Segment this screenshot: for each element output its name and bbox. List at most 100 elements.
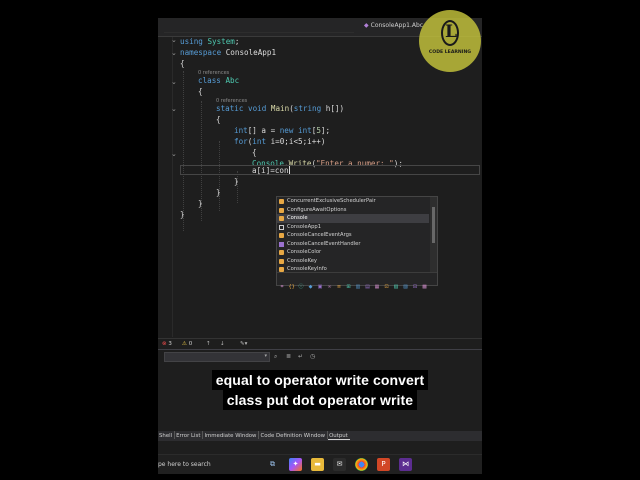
completion-filter-icon[interactable]: ∞ [327,284,333,290]
brush-icon[interactable]: ✎▾ [240,341,247,347]
code-learning-logo: L CODE LEARNING [419,10,481,72]
completion-filter-icon[interactable]: ⓘ [298,284,304,290]
code-line-brace-close: } [216,188,221,197]
completion-item-label: ConsoleKey [287,257,317,264]
code-line-for: for(int i=0;i<5;i++) [234,137,326,146]
code-line-brace-close: } [234,177,239,186]
powerpoint-icon[interactable]: P [377,458,390,471]
scroll-thumb[interactable] [432,207,435,243]
class-icon [279,258,284,264]
warning-count[interactable]: ⚠ 0 [182,341,192,347]
intellisense-popup[interactable]: ConcurrentExclusiveSchedulerPair Configur… [276,196,438,290]
text-cursor [288,166,290,174]
member-dropdown[interactable]: ◆ ConsoleApp1.Abc [364,22,423,29]
fold-toggle-icon[interactable]: ⌄ [171,78,177,86]
output-source-dropdown[interactable]: ▾ [164,352,270,362]
project-dropdown[interactable] [164,22,354,33]
panel-tab[interactable]: Error List [175,431,204,439]
caption-line-2: class put dot operator write [222,390,418,410]
code-line-assign[interactable]: a[i]=con [252,166,290,176]
completion-filter-bar: ⌗ {} ⓘ ◆ ▣ ∞ ≡ ⊞ ▥ ▤ ▦ ⊡ ▧ ▨ ⊟ ▩ [277,272,437,290]
logo-text: CODE LEARNING [428,50,472,55]
completion-filter-icon[interactable]: {} [289,284,295,290]
completion-item[interactable]: Console [277,214,429,223]
code-line-using: using System; [180,37,240,46]
completion-item[interactable]: ConsoleKey [277,257,429,266]
event-icon [279,241,284,247]
chevron-down-icon: ▾ [264,353,267,359]
indent-guide [219,141,220,211]
completion-filter-icon[interactable]: ▩ [422,284,428,290]
completion-item-label: ConsoleApp1 [287,223,322,230]
file-explorer-icon[interactable]: ▬ [311,458,324,471]
find-icon[interactable]: ⌕ [274,353,277,361]
taskbar-search[interactable]: pe here to search [158,458,258,472]
clock-icon[interactable]: ◷ [310,353,315,360]
arrow-down-icon[interactable]: ↓ [220,341,225,347]
arrow-up-icon[interactable]: ↑ [206,341,211,347]
visual-studio-icon[interactable]: ⋈ [399,458,412,471]
completion-list[interactable]: ConcurrentExclusiveSchedulerPair Configur… [277,197,429,273]
completion-filter-icon[interactable]: ▦ [374,284,380,290]
output-toolbar: ▾ ⌕ ≣ ↵ ◷ [158,351,482,363]
ide-window: ◆ ConsoleApp1.Abc ⌄ ⌄ ⌄ ⌄ ⌄ using System;… [158,18,482,474]
completion-item[interactable]: ConcurrentExclusiveSchedulerPair [277,197,429,206]
wrap-icon[interactable]: ↵ [298,353,303,360]
panel-tab[interactable]: Immediate Window [203,431,260,439]
completion-item-label: Console [287,215,308,221]
completion-item-label: ConfigureAwaitOptions [287,206,347,213]
panel-tab[interactable]: Shell [158,431,176,439]
completion-filter-icon[interactable]: ⌗ [279,284,285,290]
fold-toggle-icon[interactable]: ⌄ [171,150,177,158]
indent-guide [237,171,238,203]
current-line-highlight [180,165,480,175]
indent-guide [183,71,184,231]
task-view-icon[interactable]: ⧉ [266,458,279,471]
chrome-icon[interactable] [355,458,368,471]
completion-item-label: ConsoleColor [287,249,322,255]
panel-tab[interactable]: Output [328,431,350,440]
completion-item[interactable]: ConsoleCancelEventHandler [277,240,429,249]
completion-filter-icon[interactable]: ▨ [403,284,409,290]
code-line-brace: { [252,148,257,157]
class-icon: ◆ [364,22,369,29]
fold-toggle-icon[interactable]: ⌄ [171,49,177,57]
code-editor[interactable]: ⌄ ⌄ ⌄ ⌄ ⌄ using System; namespace Consol… [158,36,482,337]
completion-item-label: ConsoleCancelEventArgs [287,232,352,238]
code-line-namespace: namespace ConsoleApp1 [180,48,277,57]
completion-filter-icon[interactable]: ▣ [317,284,323,290]
panel-tab[interactable]: Code Definition Window [259,431,329,439]
class-path: ConsoleApp1.Abc [370,22,424,29]
video-caption: equal to operator write convert class pu… [158,370,482,410]
mail-icon[interactable]: ✉ [333,458,346,471]
caption-line-1: equal to operator write convert [211,370,429,390]
panel-tabs: Shell Error List Immediate Window Code Defi… [158,431,482,441]
completion-item[interactable]: ConsoleCancelEventArgs [277,231,429,240]
class-icon [279,199,284,204]
completion-filter-icon[interactable]: ▥ [355,284,361,290]
taskbar: pe here to search ⧉ ✦ ▬ ✉ P ⋈ [158,454,482,474]
completion-item[interactable]: ConsoleApp1 [277,223,429,232]
class-icon [279,207,284,213]
completion-filter-icon[interactable]: ⊟ [412,284,418,290]
completion-filter-icon[interactable]: ⊞ [346,284,352,290]
code-line-array: int[] a = new int[5]; [234,126,331,135]
fold-toggle-icon[interactable]: ⌄ [171,105,177,113]
completion-item-label: ConcurrentExclusiveSchedulerPair [287,198,376,204]
logo-letter: L [445,22,457,42]
fold-toggle-icon[interactable]: ⌄ [171,36,177,44]
completion-item[interactable]: ConfigureAwaitOptions [277,206,429,215]
completion-filter-icon[interactable]: ▧ [393,284,399,290]
clear-icon[interactable]: ≣ [286,353,291,360]
completion-filter-icon[interactable]: ≡ [336,284,342,290]
code-line-main: static void Main(string h[]) [216,104,345,113]
completion-filter-icon[interactable]: ▤ [365,284,371,290]
class-icon [279,250,284,255]
completion-filter-icon[interactable]: ⊡ [384,284,390,290]
completion-filter-icon[interactable]: ◆ [308,284,314,290]
completion-item[interactable]: ConsoleColor [277,248,429,257]
error-count[interactable]: ⊗ 3 [162,341,172,347]
completion-scrollbar[interactable] [430,197,437,273]
output-panel: ▾ ⌕ ≣ ↵ ◷ equal to operator write conver… [158,349,482,430]
copilot-icon[interactable]: ✦ [289,458,302,471]
